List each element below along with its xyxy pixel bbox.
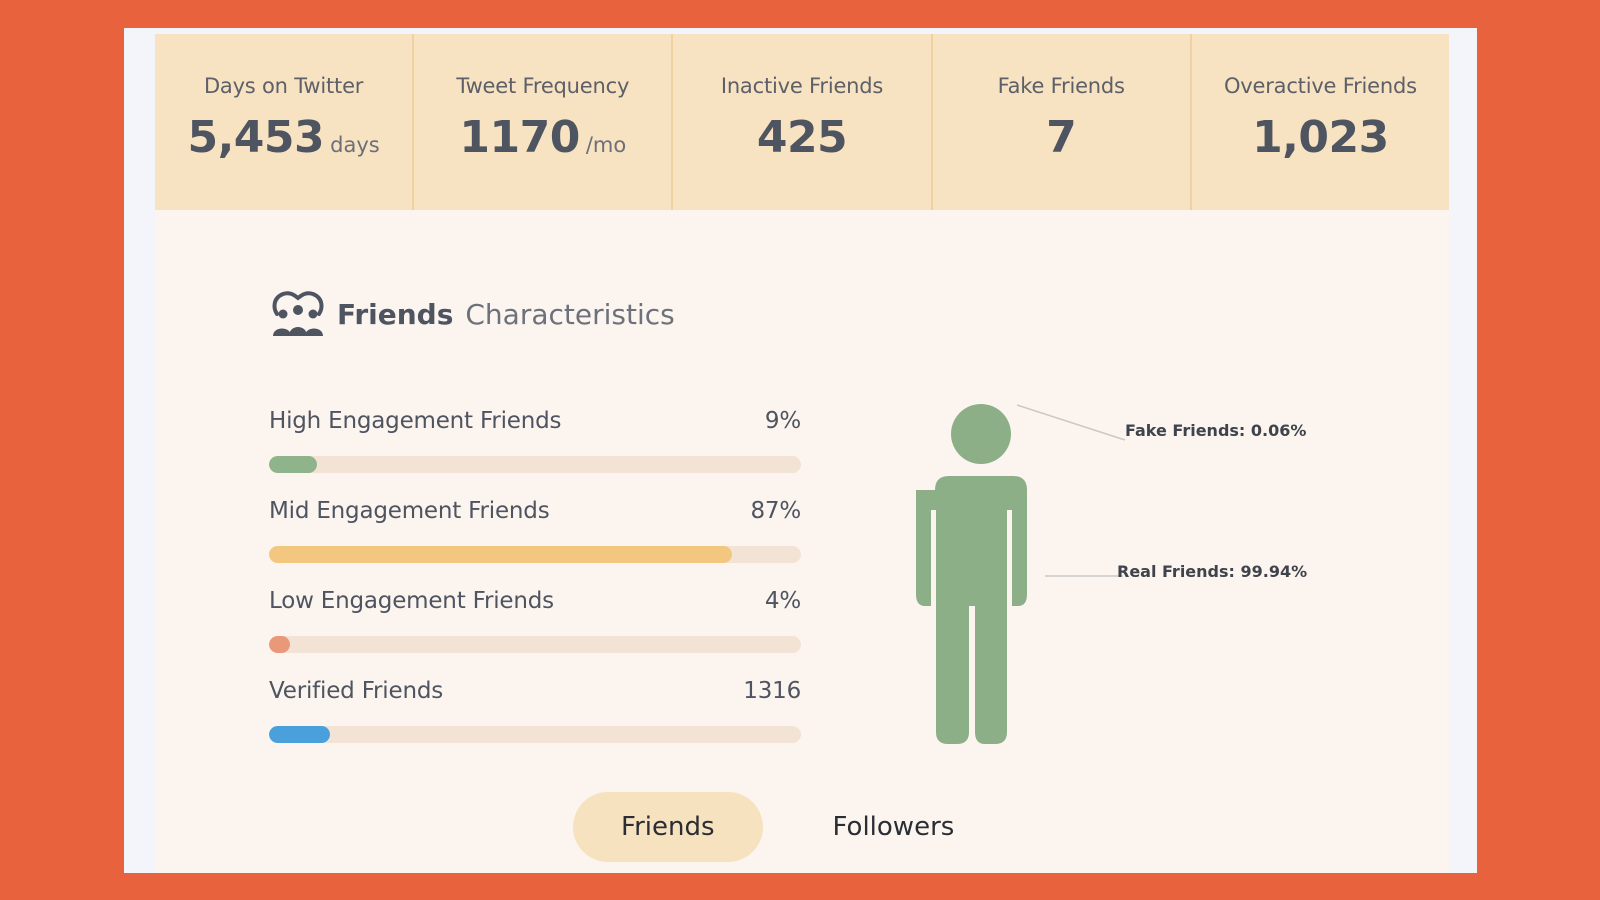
card-frame: Days on Twitter 5,453 days Tweet Frequenc… (124, 28, 1477, 873)
stat-value: 425 (756, 112, 848, 163)
group-icon (272, 291, 324, 336)
audience-toggle: Friends Followers (573, 792, 1002, 862)
bar-high-engagement: High Engagement Friends 9% (269, 408, 801, 498)
stat-fake-friends: Fake Friends 7 (933, 34, 1192, 210)
progress-fill (269, 546, 732, 563)
stat-value: 5,453 (187, 112, 325, 163)
bar-label: High Engagement Friends (269, 408, 562, 434)
bar-low-engagement: Low Engagement Friends 4% (269, 588, 801, 678)
analytics-panel: Days on Twitter 5,453 days Tweet Frequenc… (155, 34, 1449, 873)
stat-label: Days on Twitter (203, 74, 364, 98)
stat-label: Fake Friends (997, 74, 1125, 98)
real-friends-callout: Real Friends: 99.94% (1117, 562, 1308, 581)
progress-fill (269, 636, 291, 653)
progress-fill (269, 726, 331, 743)
friends-figure: Fake Friends: 0.06% Real Friends: 99.94% (895, 384, 1345, 764)
bar-value: 4% (764, 588, 801, 614)
stat-value: 1,023 (1252, 112, 1389, 163)
section-title: Friends Characteristics (269, 290, 675, 338)
bar-value: 9% (764, 408, 801, 434)
stat-value: 7 (1046, 112, 1077, 163)
progress-track (269, 546, 801, 563)
friends-tab[interactable]: Friends (573, 792, 763, 862)
stat-overactive-friends: Overactive Friends 1,023 (1192, 34, 1449, 210)
stat-days-on-twitter: Days on Twitter 5,453 days (155, 34, 415, 210)
stat-unit: days (330, 133, 380, 157)
progress-track (269, 726, 801, 743)
stats-bar: Days on Twitter 5,453 days Tweet Frequenc… (155, 34, 1449, 210)
bar-verified: Verified Friends 1316 (269, 678, 801, 768)
stat-inactive-friends: Inactive Friends 425 (673, 34, 933, 210)
bar-label: Verified Friends (269, 678, 444, 704)
stat-label: Tweet Frequency (456, 74, 630, 98)
followers-tab[interactable]: Followers (785, 792, 1003, 862)
stat-tweet-frequency: Tweet Frequency 1170/mo (414, 34, 674, 210)
bar-value: 1316 (743, 678, 801, 704)
stat-value: 1170 (459, 112, 580, 163)
stat-label: Inactive Friends (720, 74, 884, 98)
bar-mid-engagement: Mid Engagement Friends 87% (269, 498, 801, 588)
fake-friends-callout: Fake Friends: 0.06% (1125, 421, 1307, 440)
bar-label: Mid Engagement Friends (269, 498, 550, 524)
progress-fill (269, 456, 317, 473)
bar-label: Low Engagement Friends (269, 588, 554, 614)
progress-track (269, 636, 801, 653)
section-title-light: Characteristics (465, 297, 675, 331)
stat-label: Overactive Friends (1223, 74, 1417, 98)
stat-unit: /mo (585, 133, 627, 157)
engagement-bars: High Engagement Friends 9% Mid Engagemen… (269, 408, 801, 768)
progress-track (269, 456, 801, 473)
bar-value: 87% (750, 498, 801, 524)
section-title-strong: Friends (337, 297, 454, 331)
